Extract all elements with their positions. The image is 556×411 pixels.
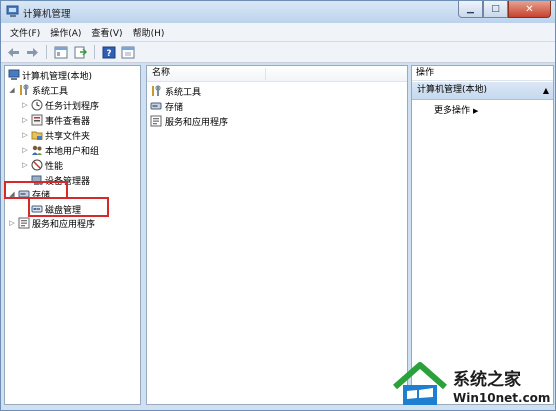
tree-label-performance: 性能 (45, 161, 64, 172)
collapsed-arrow-icon[interactable]: ▷ (8, 219, 16, 227)
help-icon[interactable]: ? (101, 44, 117, 60)
submenu-arrow-icon: ▶ (473, 107, 479, 115)
expanded-arrow-icon[interactable]: ◢ (8, 86, 16, 94)
menu-view[interactable]: 查看(V) (86, 26, 127, 39)
tree-label-local-users: 本地用户和组 (45, 146, 100, 157)
computer-management-icon (6, 5, 19, 17)
column-header-name[interactable]: 名称 (147, 66, 407, 82)
more-actions-label: 更多操作 (434, 106, 471, 116)
properties-icon[interactable] (120, 44, 136, 60)
tree-label-task-scheduler: 任务计划程序 (45, 101, 100, 112)
collapsed-arrow-icon[interactable]: ▷ (21, 161, 29, 169)
show-hide-tree-icon[interactable] (53, 44, 69, 60)
menu-help[interactable]: 帮助(H) (128, 26, 170, 39)
tree-label-system-tools: 系统工具 (32, 86, 69, 97)
column-header-label: 名称 (152, 68, 171, 78)
actions-pane-title: 操作 (412, 66, 553, 81)
shared-folder-icon (31, 129, 43, 141)
toolbar: ? (1, 42, 555, 63)
list-item-label: 系统工具 (165, 87, 202, 98)
storage-icon (150, 100, 162, 112)
list-item-label: 服务和应用程序 (165, 117, 229, 128)
actions-pane: 操作 计算机管理(本地) ▲ 更多操作 ▶ (411, 65, 554, 405)
tree-item-event-viewer[interactable]: ▷ 事件查看器 (21, 113, 90, 127)
tree-item-performance[interactable]: ▷ 性能 (21, 158, 63, 172)
more-actions-link[interactable]: 更多操作 ▶ (434, 103, 478, 116)
window-title: 计算机管理 (23, 9, 71, 20)
svg-text:?: ? (106, 49, 111, 59)
tree-item-local-users[interactable]: ▷ 本地用户和组 (21, 143, 99, 157)
tree-item-services-apps[interactable]: ▷ 服务和应用程序 (8, 216, 95, 230)
menu-file[interactable]: 文件(F) (5, 26, 45, 39)
column-divider[interactable] (265, 68, 266, 80)
collapse-up-icon[interactable]: ▲ (543, 82, 549, 99)
export-list-icon[interactable] (72, 44, 88, 60)
console-tree-pane[interactable]: 计算机管理(本地) ◢ 系统工具 ▷ 任务计划程序 ▷ 事件查看器 ▷ 共享文件… (4, 65, 141, 405)
title-bar[interactable]: 计算机管理 ▁ □ ✕ (1, 1, 555, 23)
watermark-url: Win10net.com (453, 391, 551, 405)
tools-icon (18, 84, 30, 96)
menu-action[interactable]: 操作(A) (45, 26, 86, 39)
close-button[interactable]: ✕ (508, 1, 551, 18)
actions-group-header[interactable]: 计算机管理(本地) ▲ (412, 82, 553, 100)
list-item-storage[interactable]: 存储 (150, 99, 183, 113)
computer-management-window: 计算机管理 ▁ □ ✕ 文件(F) 操作(A) 查看(V) 帮助(H) ? 计算… (0, 0, 556, 411)
maximize-button[interactable]: □ (483, 1, 508, 18)
tree-item-system-tools[interactable]: ◢ 系统工具 (8, 83, 68, 97)
tree-item-shared-folders[interactable]: ▷ 共享文件夹 (21, 128, 90, 142)
list-item-label: 存储 (165, 102, 184, 113)
watermark-title: 系统之家 (453, 370, 521, 390)
toolbar-separator (46, 45, 47, 59)
back-arrow-icon[interactable] (5, 44, 21, 60)
collapsed-arrow-icon[interactable]: ▷ (21, 131, 29, 139)
toolbar-separator (94, 45, 95, 59)
menu-bar: 文件(F) 操作(A) 查看(V) 帮助(H) (1, 23, 555, 42)
highlight-box-disk-management (28, 197, 109, 217)
collapsed-arrow-icon[interactable]: ▷ (21, 116, 29, 124)
tree-label-root: 计算机管理(本地) (22, 71, 93, 82)
list-item-services-apps[interactable]: 服务和应用程序 (150, 114, 228, 128)
performance-icon (31, 159, 43, 171)
watermark-house-logo (393, 362, 447, 405)
tree-item-task-scheduler[interactable]: ▷ 任务计划程序 (21, 98, 99, 112)
computer-management-icon (8, 69, 20, 81)
clock-icon (31, 99, 43, 111)
minimize-button[interactable]: ▁ (458, 1, 483, 18)
tree-label-shared-folders: 共享文件夹 (45, 131, 91, 142)
tree-label-services-apps: 服务和应用程序 (32, 219, 96, 230)
forward-arrow-icon[interactable] (24, 44, 40, 60)
tree-label-event-viewer: 事件查看器 (45, 116, 91, 127)
collapsed-arrow-icon[interactable]: ▷ (21, 101, 29, 109)
event-viewer-icon (31, 114, 43, 126)
tree-item-root[interactable]: 计算机管理(本地) (6, 68, 92, 82)
tools-icon (150, 85, 162, 97)
services-icon (18, 217, 30, 229)
users-icon (31, 144, 43, 156)
services-icon (150, 115, 162, 127)
results-pane[interactable]: 名称 系统工具 存储 服务和应用程序 (146, 65, 408, 405)
actions-group-label: 计算机管理(本地) (417, 85, 488, 95)
list-item-system-tools[interactable]: 系统工具 (150, 84, 201, 98)
collapsed-arrow-icon[interactable]: ▷ (21, 146, 29, 154)
